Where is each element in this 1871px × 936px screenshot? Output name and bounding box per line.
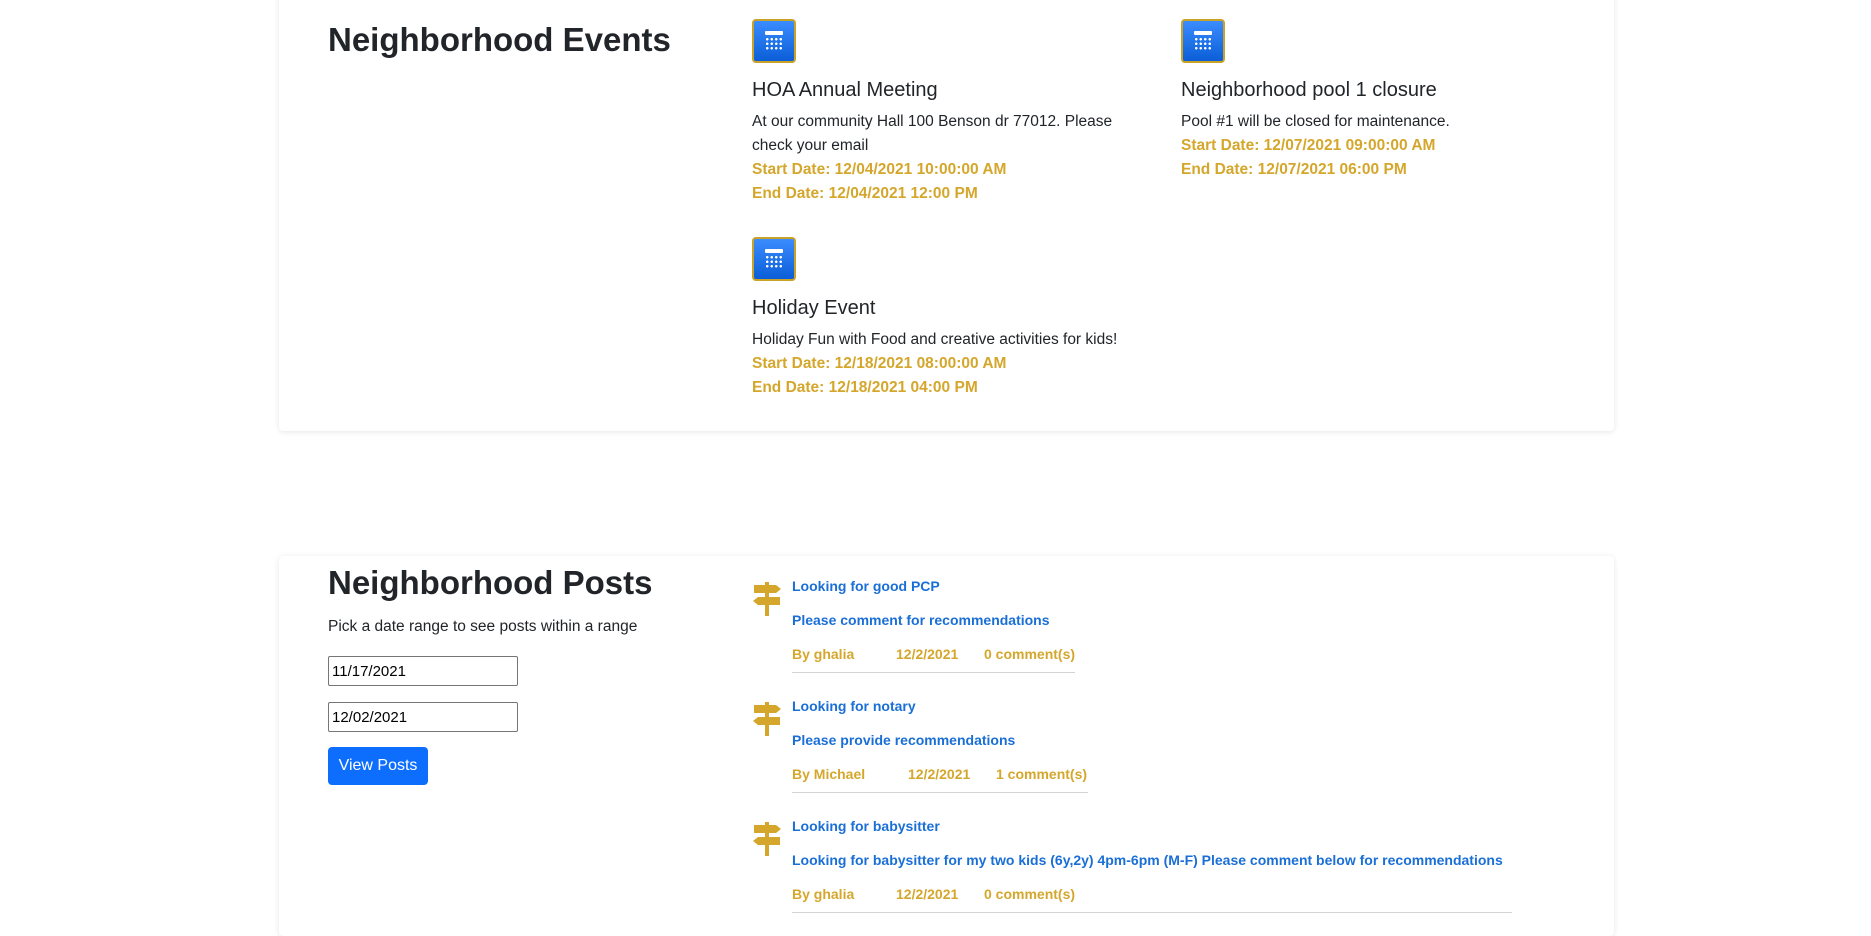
events-title: Neighborhood Events (328, 21, 671, 58)
event-end-date: End Date: 12/07/2021 06:00 PM (1181, 161, 1407, 178)
calendar-icon (752, 237, 796, 281)
post-date: 12/2/2021 (908, 766, 971, 782)
post-title-link[interactable]: Looking for babysitter (792, 818, 1512, 834)
calendar-icon (1181, 19, 1225, 63)
event-start-date: Start Date: 12/04/2021 10:00:00 AM (752, 161, 1007, 178)
post-divider (792, 912, 1512, 913)
event-end-date: End Date: 12/04/2021 12:00 PM (752, 185, 978, 202)
post-author: By ghalia (792, 646, 855, 662)
event-description: Holiday Fun with Food and creative activ… (752, 331, 1118, 348)
post-meta: By Michael 12/2/2021 1 comment(s) (792, 766, 1088, 782)
post-comments: 1 comment(s) (996, 766, 1088, 782)
posts-card: Neighborhood Posts Pick a date range to … (279, 556, 1614, 936)
date-to-input[interactable] (328, 702, 518, 732)
calendar-icon (752, 19, 796, 63)
signpost-icon (753, 822, 781, 856)
post-comments: 0 comment(s) (984, 886, 1076, 902)
posts-date-range-hint: Pick a date range to see posts within a … (328, 618, 638, 635)
post-date: 12/2/2021 (896, 886, 959, 902)
posts-title: Neighborhood Posts (328, 564, 653, 601)
event-item: Neighborhood pool 1 closure Pool #1 will… (1181, 19, 1601, 182)
date-from-input[interactable] (328, 656, 518, 686)
post-text-link[interactable]: Please provide recommendations (792, 732, 1088, 748)
post-meta: By ghalia 12/2/2021 0 comment(s) (792, 646, 1075, 662)
post-meta: By ghalia 12/2/2021 0 comment(s) (792, 886, 1512, 902)
post-divider (792, 792, 1088, 793)
post-title-link[interactable]: Looking for notary (792, 698, 1088, 714)
events-card: Neighborhood Events HOA Annual Meeting A… (279, 0, 1614, 431)
post-author: By ghalia (792, 886, 855, 902)
event-item: HOA Annual Meeting At our community Hall… (752, 19, 1172, 206)
post-author: By Michael (792, 766, 866, 782)
signpost-icon (753, 702, 781, 736)
event-description: Pool #1 will be closed for maintenance. (1181, 113, 1450, 130)
post-text-link[interactable]: Please comment for recommendations (792, 612, 1075, 628)
event-end-date: End Date: 12/18/2021 04:00 PM (752, 379, 978, 396)
post-title-link[interactable]: Looking for good PCP (792, 578, 1075, 594)
post-date: 12/2/2021 (896, 646, 959, 662)
event-description: At our community Hall 100 Benson dr 7701… (752, 113, 1113, 154)
post-divider (792, 672, 1075, 673)
event-title: Holiday Event (752, 297, 876, 319)
event-title: Neighborhood pool 1 closure (1181, 79, 1437, 101)
post-text-link[interactable]: Looking for babysitter for my two kids (… (792, 852, 1512, 868)
event-start-date: Start Date: 12/18/2021 08:00:00 AM (752, 355, 1007, 372)
signpost-icon (753, 582, 781, 616)
view-posts-button[interactable]: View Posts (328, 747, 428, 785)
post-comments: 0 comment(s) (984, 646, 1076, 662)
event-title: HOA Annual Meeting (752, 79, 938, 101)
event-item: Holiday Event Holiday Fun with Food and … (752, 237, 1172, 400)
event-start-date: Start Date: 12/07/2021 09:00:00 AM (1181, 137, 1436, 154)
